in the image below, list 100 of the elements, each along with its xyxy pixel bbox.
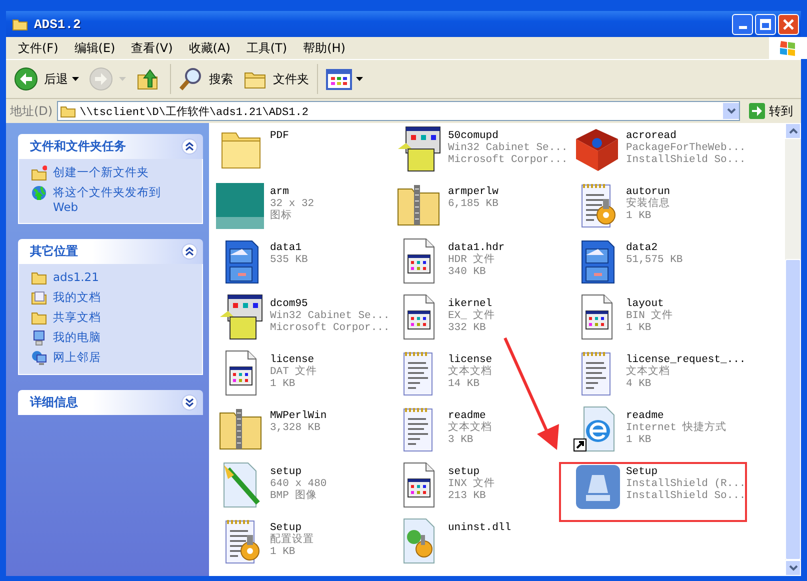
- new-folder-icon: [31, 165, 47, 181]
- file-name[interactable]: PDF: [270, 130, 289, 142]
- file-detail: 配置设置: [270, 534, 314, 546]
- folder-icon: [31, 310, 47, 326]
- file-name[interactable]: setup: [270, 466, 327, 478]
- file-detail: 1 KB: [270, 378, 296, 390]
- file-detail: 14 KB: [448, 378, 481, 390]
- menu-item[interactable]: 编辑(E): [66, 40, 124, 56]
- panel-header[interactable]: 详细信息: [18, 390, 203, 415]
- scroll-up-button[interactable]: [785, 123, 801, 139]
- file-detail: 1 KB: [270, 546, 296, 558]
- folders-button[interactable]: 文件夹: [239, 65, 313, 93]
- file-name[interactable]: 50comupd: [448, 130, 568, 142]
- file-detail: EX_ 文件: [448, 310, 496, 322]
- minimize-button[interactable]: [732, 14, 753, 34]
- computer-icon: [31, 330, 47, 346]
- file-detail: Internet 快捷方式: [626, 422, 727, 434]
- file-detail: 640 x 480: [270, 478, 327, 490]
- file-detail: 文本文档: [626, 366, 671, 378]
- file-detail: 1 KB: [626, 322, 652, 334]
- file-name[interactable]: arm: [270, 186, 314, 198]
- panel-header[interactable]: 其它位置: [18, 239, 203, 264]
- collapse-button[interactable]: [181, 243, 198, 260]
- file-detail: 6,185 KB: [448, 198, 498, 210]
- window-title: ADS1.2: [34, 16, 81, 32]
- file-name[interactable]: data1: [270, 242, 308, 254]
- file-name[interactable]: license: [270, 354, 318, 366]
- file-name[interactable]: MWPerlWin: [270, 410, 327, 422]
- panel-header[interactable]: 文件和文件夹任务: [18, 134, 203, 159]
- chevron-down-icon: [726, 108, 736, 114]
- dropdown-button[interactable]: [723, 103, 739, 119]
- file-detail: 213 KB: [448, 490, 487, 502]
- logo-tile-icon[interactable]: [216, 181, 266, 231]
- task-link[interactable]: 我的文档: [53, 290, 173, 305]
- chevron-down-icon: [788, 565, 798, 571]
- file-name[interactable]: autorun: [626, 186, 670, 198]
- minimize-icon: [738, 26, 746, 29]
- task-link[interactable]: ads1.21: [53, 270, 173, 285]
- file-detail: Win32 Cabinet Se...: [448, 142, 568, 154]
- maximize-button[interactable]: [755, 14, 776, 34]
- file-detail: INX 文件: [448, 478, 496, 490]
- scroll-down-button[interactable]: [785, 560, 801, 576]
- file-detail: Win32 Cabinet Se...: [270, 310, 390, 322]
- close-icon: [783, 18, 794, 30]
- collapse-button[interactable]: [181, 138, 198, 155]
- file-name[interactable]: readme: [448, 410, 492, 422]
- scrollbar[interactable]: [785, 123, 801, 576]
- task-link[interactable]: 我的电脑: [53, 330, 173, 345]
- menu-item[interactable]: 文件(F): [10, 40, 66, 56]
- address-field[interactable]: \\tsclient\D\工作软件\ads1.21\ADS1.2: [56, 101, 740, 121]
- menu-item[interactable]: 帮助(H): [295, 40, 354, 56]
- folder-icon: [12, 17, 28, 31]
- network-icon: [31, 350, 47, 366]
- file-name[interactable]: Setup: [270, 522, 314, 534]
- maximize-icon: [760, 18, 771, 30]
- file-detail: HDR 文件: [448, 254, 496, 266]
- file-detail: 图标: [270, 210, 293, 222]
- file-detail: InstallShield So...: [626, 154, 746, 166]
- file-detail: 51,575 KB: [626, 254, 683, 266]
- file-detail: 340 KB: [448, 266, 487, 278]
- search-button[interactable]: 搜索: [175, 65, 237, 93]
- expand-button[interactable]: [181, 394, 198, 411]
- scroll-thumb[interactable]: [785, 259, 801, 560]
- file-detail: InstallShield (R...: [626, 478, 746, 490]
- file-name[interactable]: setup: [448, 466, 496, 478]
- menu-item[interactable]: 收藏(A): [180, 40, 238, 56]
- file-detail: 32 x 32: [270, 198, 314, 210]
- close-button[interactable]: [778, 14, 799, 34]
- file-detail: 安装信息: [626, 198, 670, 210]
- menu-item[interactable]: 工具(T): [238, 40, 296, 56]
- file-name[interactable]: license: [448, 354, 492, 366]
- go-button[interactable]: 转到: [744, 102, 797, 120]
- file-name[interactable]: data1.hdr: [448, 242, 505, 254]
- file-name[interactable]: Setup: [626, 466, 746, 478]
- task-link[interactable]: 创建一个新文件夹: [53, 165, 173, 180]
- file-name[interactable]: armperlw: [448, 186, 498, 198]
- file-detail: 4 KB: [626, 378, 652, 390]
- file-detail: Microsoft Corpor...: [448, 154, 568, 166]
- file-name[interactable]: uninst.dll: [448, 522, 512, 534]
- file-name[interactable]: dcom95: [270, 298, 390, 310]
- file-detail: 3 KB: [448, 434, 474, 446]
- task-link[interactable]: 将这个文件夹发布到 Web: [53, 185, 173, 215]
- task-link[interactable]: 共享文档: [53, 310, 173, 325]
- file-name[interactable]: readme: [626, 410, 727, 422]
- back-button[interactable]: 后退: [10, 65, 83, 93]
- file-detail: InstallShield So...: [626, 490, 746, 502]
- file-detail: BIN 文件: [626, 310, 674, 322]
- file-detail: BMP 图像: [270, 490, 318, 502]
- file-name[interactable]: license_request_...: [626, 354, 746, 366]
- folder-icon: [31, 270, 47, 286]
- globe-icon: [31, 185, 47, 201]
- file-name[interactable]: data2: [626, 242, 683, 254]
- file-name[interactable]: ikernel: [448, 298, 496, 310]
- menu-item[interactable]: 查看(V): [123, 40, 181, 56]
- file-name[interactable]: layout: [626, 298, 674, 310]
- file-name[interactable]: acroread: [626, 130, 746, 142]
- task-link[interactable]: 网上邻居: [53, 350, 173, 365]
- file-detail: 332 KB: [448, 322, 487, 334]
- file-detail: PackageForTheWeb...: [626, 142, 746, 154]
- documents-folder-icon: [31, 290, 47, 306]
